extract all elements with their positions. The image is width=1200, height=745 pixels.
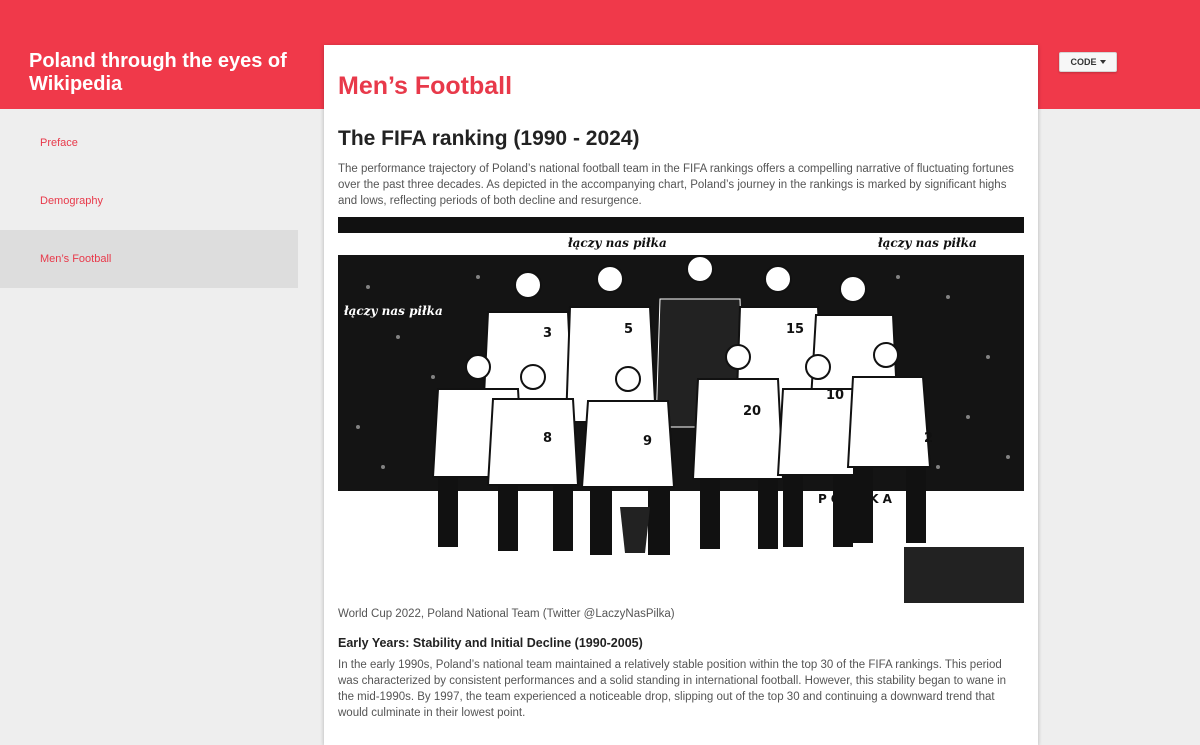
team-photo-graphic: łączy nas piłka łączy nas piłka łączy na…	[338, 217, 1024, 603]
sidebar-nav: Preface Demography Men’s Football	[0, 114, 298, 288]
banner-text-left: łączy nas piłka	[567, 236, 667, 250]
subsection-paragraph: In the early 1990s, Poland’s national te…	[338, 659, 1007, 719]
main-content-card: Men’s Football The FIFA ranking (1990 - …	[324, 45, 1038, 745]
section-title: The FIFA ranking (1990 - 2024)	[338, 127, 640, 150]
subsection-title: Early Years: Stability and Initial Decli…	[338, 636, 643, 650]
jersey-number: 5	[624, 322, 633, 337]
code-button[interactable]: CODE	[1059, 52, 1117, 72]
team-photo: łączy nas piłka łączy nas piłka łączy na…	[338, 217, 1024, 603]
caret-down-icon	[1099, 60, 1106, 64]
code-button-label: CODE	[1070, 57, 1097, 67]
sidebar-item-preface[interactable]: Preface	[0, 114, 298, 172]
jersey-number: 8	[543, 431, 552, 446]
jersey-number: 2	[924, 431, 933, 446]
jersey-number: 9	[643, 434, 652, 449]
jersey-number: 20	[743, 404, 761, 419]
jersey-number: 10	[826, 388, 844, 403]
photo-pitch-shadow	[904, 547, 1024, 603]
jersey-number: 15	[786, 322, 804, 337]
sidebar-item-demography[interactable]: Demography	[0, 172, 298, 230]
intro-paragraph: The performance trajectory of Poland’s n…	[338, 163, 1014, 207]
photo-top-band	[338, 217, 1024, 233]
jersey-number: 3	[543, 326, 552, 341]
sidebar-item-mens-football[interactable]: Men’s Football	[0, 230, 298, 288]
page-title: Men’s Football	[338, 72, 513, 100]
side-ad-text: łączy nas piłka	[343, 304, 443, 318]
photo-caption: World Cup 2022, Poland National Team (Tw…	[338, 608, 675, 620]
site-title: Poland through the eyes of Wikipedia	[29, 50, 287, 95]
banner-text-right: łączy nas piłka	[877, 236, 977, 250]
